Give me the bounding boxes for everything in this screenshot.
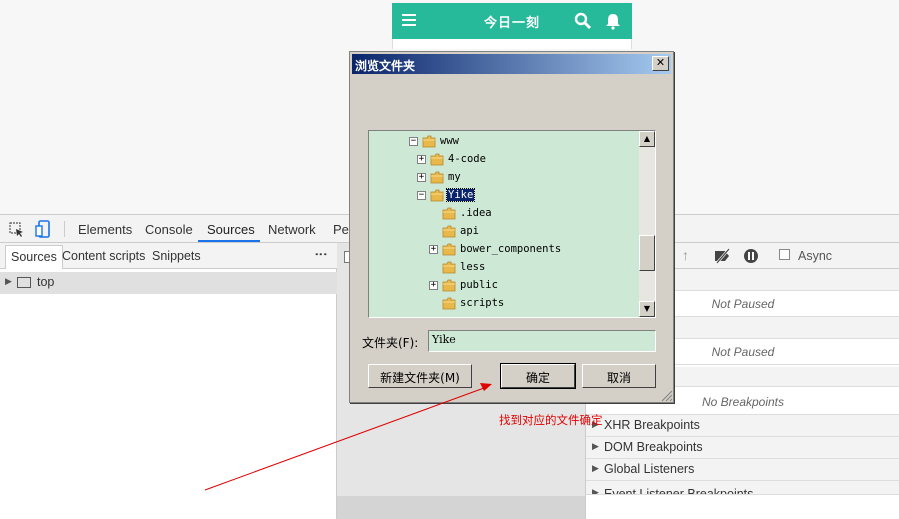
async-label: Async xyxy=(798,249,833,263)
device-toolbar-icon[interactable] xyxy=(35,220,51,238)
expand-icon[interactable]: + xyxy=(417,155,426,164)
scroll-thumb[interactable] xyxy=(639,235,655,271)
folder-icon xyxy=(442,243,456,256)
expand-icon[interactable]: + xyxy=(417,173,426,182)
app-header: 今日一刻 xyxy=(392,3,632,39)
folder-name: less xyxy=(460,261,486,273)
subtab-sources[interactable]: Sources xyxy=(5,245,63,269)
dialog-titlebar[interactable]: 浏览文件夹 xyxy=(352,54,671,74)
close-button[interactable]: ✕ xyxy=(652,56,669,71)
inspect-element-icon[interactable] xyxy=(9,222,25,238)
more-options-icon[interactable]: ⋮ xyxy=(314,248,328,260)
folder-icon xyxy=(442,279,456,292)
async-checkbox[interactable] xyxy=(779,249,790,260)
folder-input[interactable]: Yike xyxy=(428,330,656,352)
folder-name: .idea xyxy=(460,207,492,219)
resize-grip-icon[interactable] xyxy=(661,390,673,402)
folder-icon xyxy=(442,297,456,310)
folder-icon xyxy=(422,135,436,148)
expand-icon[interactable]: + xyxy=(429,281,438,290)
folder-name: www xyxy=(440,135,459,147)
folder-icon xyxy=(442,261,456,274)
section-xhr-breakpoints[interactable]: XHR Breakpoints xyxy=(586,415,899,437)
tab-network[interactable]: Network xyxy=(268,222,316,237)
folder-icon xyxy=(442,225,456,238)
tree-item-label: top xyxy=(37,275,55,289)
expand-icon[interactable]: + xyxy=(429,245,438,254)
tab-sources[interactable]: Sources xyxy=(207,222,255,237)
folder-label: 文件夹(F): xyxy=(362,336,419,350)
folder-name: bower_components xyxy=(460,243,562,255)
folder-name: scripts xyxy=(460,297,505,309)
tab-elements[interactable]: Elements xyxy=(78,222,132,237)
folder-icon xyxy=(430,189,444,202)
tree-scrollbar[interactable]: ▲ ▼ xyxy=(639,131,655,317)
file-navigator: ▶ top xyxy=(0,269,337,519)
folder-name: public xyxy=(460,279,498,291)
active-tab-indicator xyxy=(198,240,260,242)
new-folder-button[interactable]: 新建文件夹(M) xyxy=(368,364,472,388)
expand-arrow-icon[interactable]: ▶ xyxy=(5,276,12,287)
section-event-listener-breakpoints[interactable]: Event Listener Breakpoints xyxy=(586,481,899,495)
folder-icon xyxy=(430,153,444,166)
section-global-listeners[interactable]: Global Listeners xyxy=(586,459,899,481)
subtab-content-scripts[interactable]: Content scripts xyxy=(62,249,145,263)
tree-row-top[interactable]: ▶ top xyxy=(0,272,337,294)
collapse-icon[interactable]: − xyxy=(417,191,426,200)
ok-button[interactable]: 确定 xyxy=(500,363,576,389)
folder-icon xyxy=(442,207,456,220)
annotation-text: 找到对应的文件确定 xyxy=(499,413,603,427)
sources-navigator-tabs: Sources Content scripts Snippets ⋮ xyxy=(0,243,337,269)
collapse-icon[interactable]: − xyxy=(409,137,418,146)
editor-status-bar xyxy=(337,496,585,519)
browse-folder-dialog: 浏览文件夹 ✕ − www +4-code + my − Yike .idea api + bowe… xyxy=(349,51,674,403)
step-out-icon[interactable]: ↑ xyxy=(682,247,689,263)
deactivate-breakpoints-icon[interactable] xyxy=(713,248,733,264)
bell-icon[interactable] xyxy=(604,12,622,30)
app-title: 今日一刻 xyxy=(483,16,540,31)
folder-icon xyxy=(430,171,444,184)
scroll-up-button[interactable]: ▲ xyxy=(639,131,655,147)
section-dom-breakpoints[interactable]: DOM Breakpoints xyxy=(586,437,899,459)
app-body xyxy=(392,39,632,49)
search-icon[interactable] xyxy=(574,12,592,30)
pause-on-exceptions-icon[interactable] xyxy=(743,248,759,264)
scroll-down-button[interactable]: ▼ xyxy=(639,301,655,317)
folder-tree[interactable]: − www +4-code + my − Yike .idea api + bower_compon… xyxy=(368,130,656,318)
folder-name: my xyxy=(448,171,461,183)
tabbar-divider xyxy=(64,221,65,237)
folder-name: 4-code xyxy=(448,153,486,165)
frame-icon xyxy=(17,277,31,288)
tab-console[interactable]: Console xyxy=(145,222,193,237)
folder-name: api xyxy=(460,225,479,237)
folder-name: Yike xyxy=(445,188,476,202)
subtab-snippets[interactable]: Snippets xyxy=(152,249,201,263)
cancel-button[interactable]: 取消 xyxy=(582,364,656,388)
